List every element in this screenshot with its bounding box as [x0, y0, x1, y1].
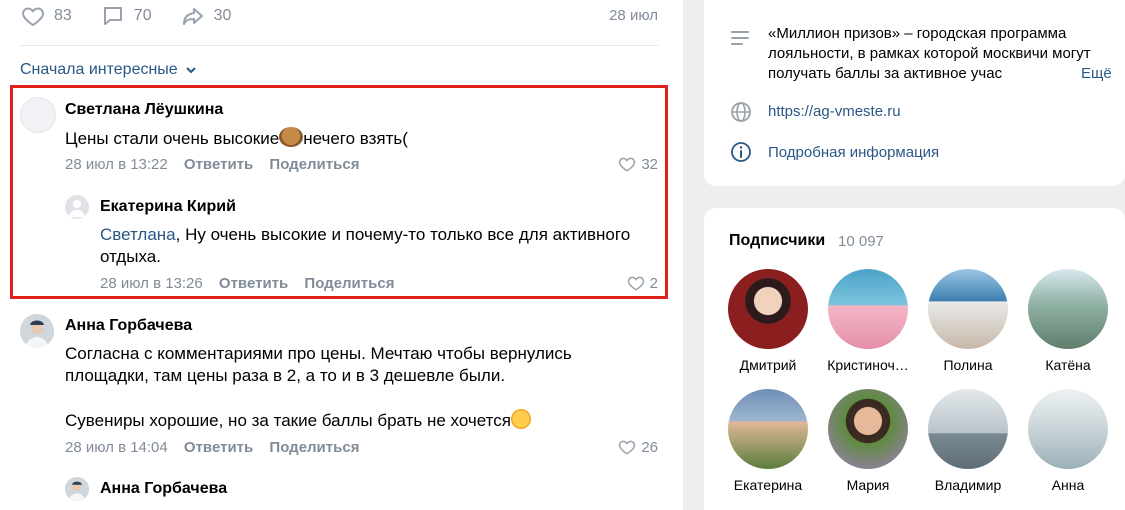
comment-meta: 28 июл в 14:04 Ответить Поделиться [65, 439, 371, 456]
subscriber-name: Полина [943, 357, 993, 373]
divider [20, 45, 658, 46]
subscriber[interactable]: Мария [824, 389, 912, 493]
subscriber-name: Екатерина [733, 477, 803, 493]
user-photo-icon [20, 314, 54, 348]
avatar [728, 269, 808, 349]
eye-roll-emoji-icon [510, 409, 531, 429]
chevron-down-icon [185, 67, 196, 74]
share-icon [182, 8, 203, 25]
comment-like-button[interactable]: 26 [617, 438, 658, 456]
like-button[interactable]: 83 [20, 4, 72, 28]
comment-button[interactable]: 70 [100, 4, 152, 28]
subscriber[interactable]: Дмитрий [724, 269, 812, 373]
comment-text: Согласна с комментариями про цены. Мечта… [65, 343, 625, 387]
subscriber-name: Дмитрий [739, 357, 797, 373]
comment-author[interactable]: Анна Горбачева [100, 480, 227, 498]
comment-text-part: Согласна с комментариями про цены. Мечта… [65, 344, 572, 385]
show-more-link[interactable]: Ещё [1077, 64, 1112, 84]
subscriber-name: Кристиноч… [827, 357, 909, 373]
avatar [1028, 389, 1108, 469]
comment-date[interactable]: 28 июл в 14:04 [65, 439, 168, 456]
comment-author[interactable]: Анна Горбачева [65, 317, 192, 335]
description-text: «Миллион призов» – городская программа л… [768, 25, 1091, 82]
comment-icon [103, 7, 122, 25]
comment-text: Сувениры хорошие, но за такие баллы брат… [65, 409, 625, 432]
subscriber[interactable]: Полина [924, 269, 1012, 373]
avatar [728, 389, 808, 469]
sort-dropdown[interactable]: Сначала интересные [20, 61, 198, 79]
heart-icon [619, 440, 636, 455]
post-date[interactable]: 28 июл [609, 7, 658, 24]
subscriber[interactable]: Владимир [924, 389, 1012, 493]
text-lines-icon [731, 31, 749, 45]
subscriber[interactable]: Екатерина [724, 389, 812, 493]
highlight-box [10, 85, 668, 299]
info-icon [731, 142, 751, 162]
avatar [828, 389, 908, 469]
share-button[interactable]: 30 [180, 4, 232, 28]
share-comment-button[interactable]: Поделиться [269, 439, 359, 456]
reply-button[interactable]: Ответить [184, 439, 253, 456]
sort-label: Сначала интересные [20, 61, 178, 78]
avatar [928, 389, 1008, 469]
subscriber-name: Катёна [1045, 357, 1091, 373]
subscribers-title[interactable]: Подписчики [729, 232, 825, 250]
avatar [828, 269, 908, 349]
subscriber[interactable]: Кристиноч… [824, 269, 912, 373]
user-photo-icon [65, 477, 89, 501]
website-link[interactable]: https://ag-vmeste.ru [768, 102, 901, 122]
avatar[interactable] [20, 314, 54, 348]
likes-count: 83 [54, 7, 72, 24]
comments-count: 70 [133, 7, 152, 24]
details-link[interactable]: Подробная информация [768, 143, 939, 163]
comment-text-part: Сувениры хорошие, но за такие баллы брат… [65, 411, 511, 430]
heart-icon [22, 7, 44, 27]
community-description: «Миллион призов» – городская программа л… [768, 24, 1113, 84]
subscriber-name: Анна [1051, 477, 1085, 493]
post-column: 83 70 30 28 июл Сначала интересные Светл… [0, 0, 683, 510]
comment-likes-count: 26 [641, 438, 658, 456]
subscriber-name: Владимир [934, 477, 1002, 493]
globe-icon [731, 102, 751, 122]
subscriber-name: Мария [846, 477, 890, 493]
subscribers-count: 10 097 [838, 233, 884, 250]
avatar[interactable] [65, 477, 89, 501]
avatar [1028, 269, 1108, 349]
post-actions: 83 70 30 [20, 4, 259, 28]
avatar [928, 269, 1008, 349]
subscriber[interactable]: Катёна [1024, 269, 1112, 373]
shares-count: 30 [213, 7, 232, 24]
subscriber[interactable]: Анна [1024, 389, 1112, 493]
